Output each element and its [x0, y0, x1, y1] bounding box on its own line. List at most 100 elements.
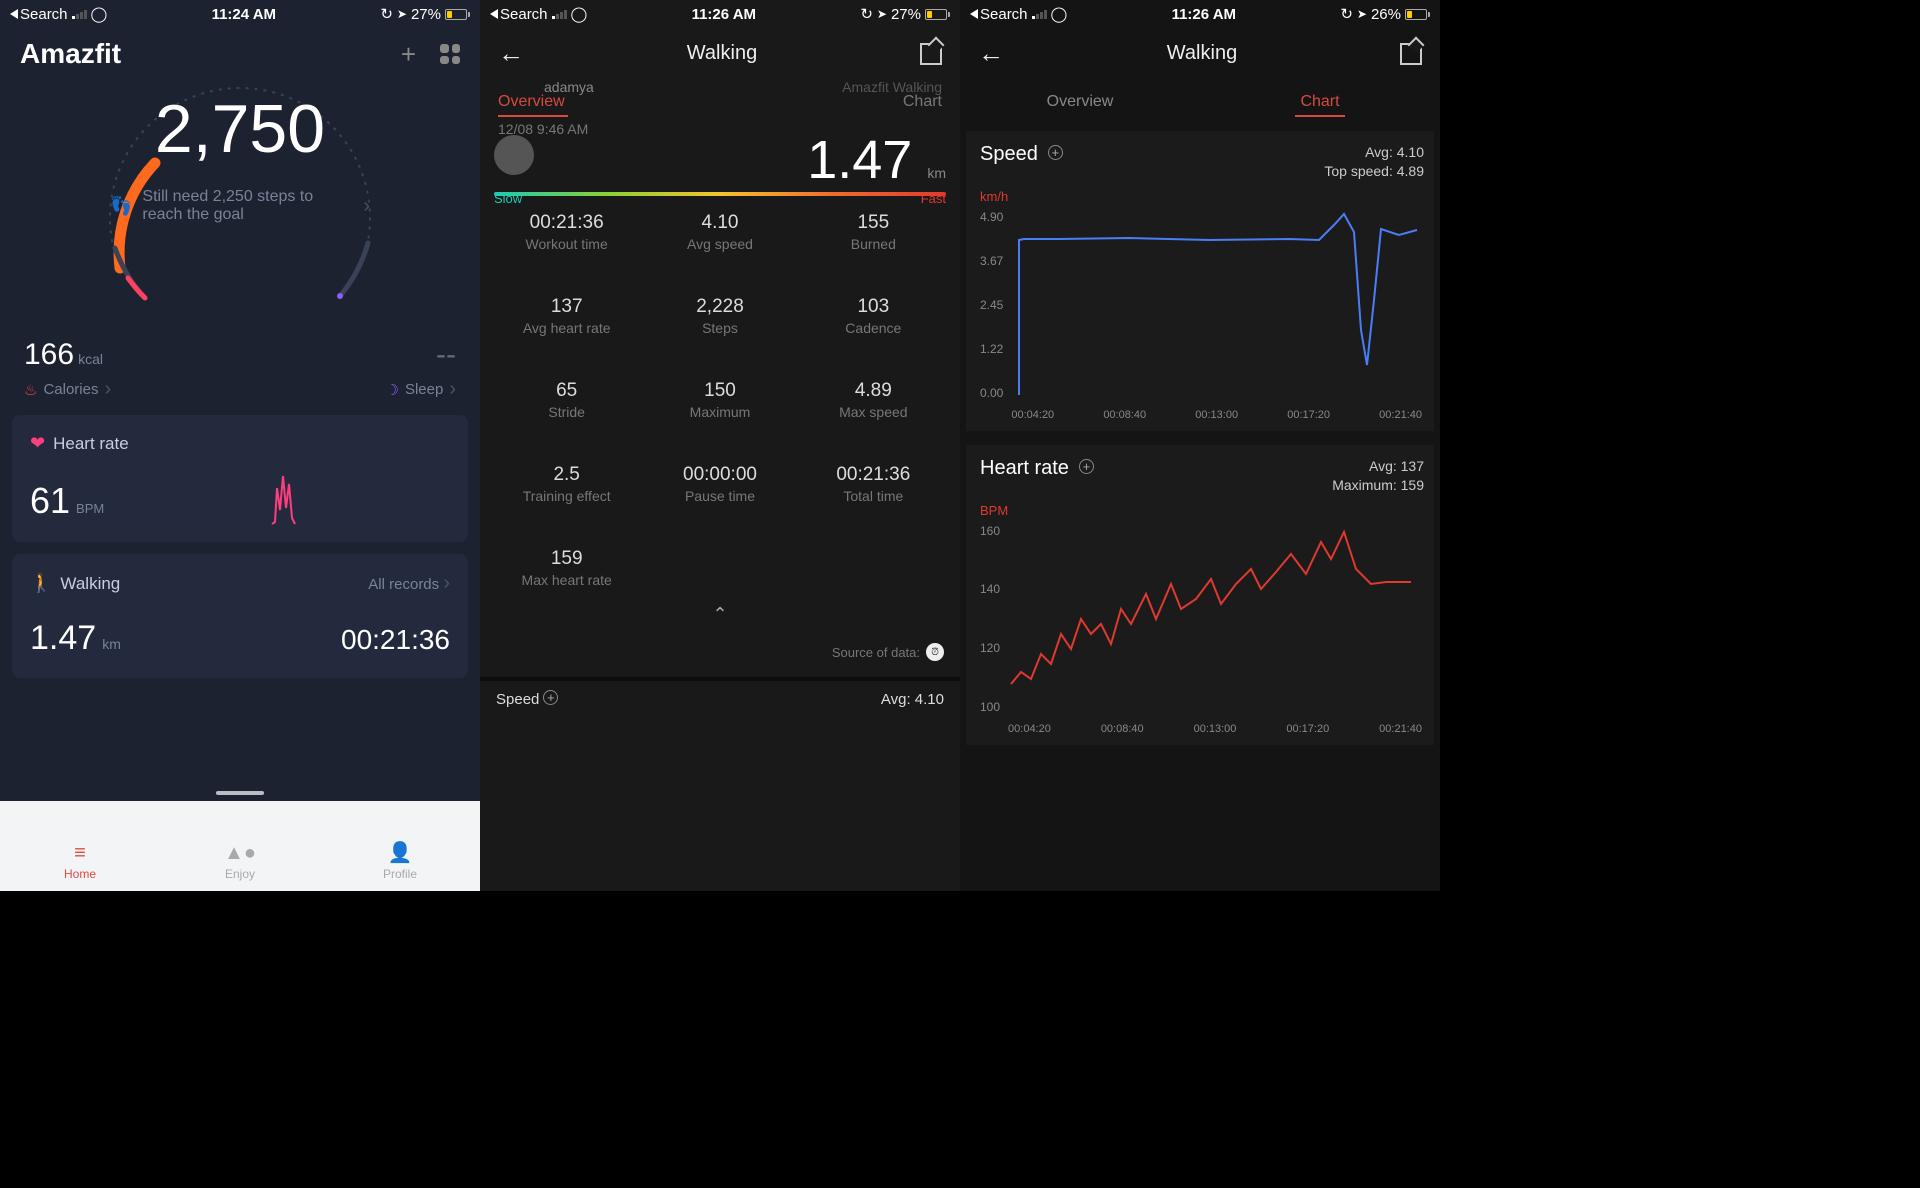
- status-back-to-search[interactable]: Search: [490, 6, 548, 23]
- stat-cell: 137Avg heart rate: [490, 296, 643, 336]
- heart-rate-card[interactable]: ❤Heart rate 61BPM: [12, 415, 468, 542]
- calories-value: 166: [24, 338, 74, 372]
- stat-cell: 2,228Steps: [643, 296, 796, 336]
- person-icon: 👤: [388, 840, 413, 865]
- status-back-to-search[interactable]: Search: [10, 6, 68, 23]
- battery-percent: 27%: [411, 6, 441, 23]
- magnify-icon: +: [1079, 459, 1094, 474]
- heart-rate-value: 61: [30, 480, 70, 522]
- heart-icon: ❤: [30, 433, 45, 454]
- location-icon: ➤: [877, 7, 887, 21]
- tab-overview[interactable]: Overview: [498, 93, 568, 117]
- steps-goal-text: Still need 2,250 steps to reach the goal: [142, 188, 353, 224]
- location-icon: ➤: [1357, 7, 1367, 21]
- battery-icon: [445, 9, 470, 20]
- status-bar: Search◯ 11:26 AM ↻➤26%: [960, 0, 1440, 24]
- tab-chart[interactable]: Chart: [903, 93, 942, 117]
- watch-icon: ⏰︎: [926, 643, 944, 661]
- steps-ring[interactable]: 2,750 👣 Still need 2,250 steps to reach …: [0, 78, 480, 338]
- speed-chart-card: Speed+ Avg: 4.10Top speed: 4.89 km/h 4.9…: [966, 131, 1434, 431]
- chevron-right-icon: ›: [449, 378, 456, 401]
- status-time: 11:26 AM: [1172, 6, 1236, 23]
- shapes-icon: ▲●: [224, 842, 256, 865]
- rotation-lock-icon: ↻: [860, 5, 873, 23]
- all-records-link[interactable]: All records ›: [368, 572, 450, 595]
- stat-cell: 155Burned: [797, 212, 950, 252]
- brand-title: Amazfit: [20, 38, 121, 70]
- footprints-icon: 👣: [110, 196, 132, 217]
- stat-cell: 00:00:00Pause time: [643, 464, 796, 504]
- hr-line-chart[interactable]: [1006, 524, 1416, 714]
- nav-enjoy[interactable]: ▲●Enjoy: [160, 801, 320, 891]
- mini-stats-row: 166kcal ♨Calories› -- ☽Sleep›: [0, 338, 480, 415]
- screen-home: Search ◯︎ 11:24 AM ↻ ➤ 27% Amazfit + 2,7…: [0, 0, 480, 891]
- speed-line-chart[interactable]: [1009, 210, 1419, 400]
- stat-cell: 00:21:36Workout time: [490, 212, 643, 252]
- stat-cell: 103Cadence: [797, 296, 950, 336]
- speed-chart-unit: km/h: [980, 189, 1424, 204]
- speed-gradient-bar: [494, 192, 946, 196]
- walking-card[interactable]: 🚶 Walking All records › 1.47 km 00:21:36: [12, 554, 468, 678]
- hr-chart-unit: BPM: [980, 503, 1424, 518]
- signal-icon: [72, 9, 87, 19]
- share-button[interactable]: [920, 43, 942, 65]
- screen-walking-overview: Search◯ 11:26 AM ↻➤27% ← Walking adamyaA…: [480, 0, 960, 891]
- distance-value: 1.47 km: [480, 129, 960, 191]
- steps-goal-row[interactable]: 👣 Still need 2,250 steps to reach the go…: [110, 188, 370, 224]
- tab-chart[interactable]: Chart: [1200, 93, 1440, 111]
- page-title: Walking: [687, 42, 757, 65]
- rotation-lock-icon: ↻: [380, 5, 393, 23]
- share-button[interactable]: [1400, 43, 1422, 65]
- magnify-icon: +: [543, 690, 558, 705]
- status-bar: Search◯ 11:26 AM ↻➤27%: [480, 0, 960, 24]
- location-icon: ➤: [397, 7, 407, 21]
- wifi-icon: ◯: [1051, 5, 1068, 23]
- stat-cell: 4.89Max speed: [797, 380, 950, 420]
- sleep-tile[interactable]: -- ☽Sleep›: [386, 338, 457, 401]
- heart-rate-sparkline: [267, 470, 307, 526]
- stat-cell: 65Stride: [490, 380, 643, 420]
- collapse-stats-button[interactable]: ⌃: [480, 598, 960, 637]
- battery-icon: [925, 9, 950, 20]
- flame-icon: ♨: [24, 381, 37, 399]
- speed-section-header[interactable]: Speed+ Avg: 4.10: [480, 677, 960, 718]
- apps-grid-button[interactable]: [440, 44, 460, 64]
- status-time: 11:24 AM: [212, 6, 276, 23]
- nav-profile[interactable]: 👤Profile: [320, 801, 480, 891]
- status-time: 11:26 AM: [692, 6, 756, 23]
- chevron-right-icon: ›: [363, 195, 370, 218]
- bottom-nav: ≡Home ▲●Enjoy 👤Profile: [0, 801, 480, 891]
- stat-cell: 00:21:36Total time: [797, 464, 950, 504]
- speed-chart-title[interactable]: Speed+: [980, 143, 1063, 166]
- stat-cell: 4.10Avg speed: [643, 212, 796, 252]
- chevron-right-icon: ›: [104, 378, 111, 401]
- walking-duration: 00:21:36: [341, 624, 450, 656]
- signal-icon: [552, 9, 567, 19]
- moon-icon: ☽: [386, 381, 399, 399]
- heart-rate-chart-card: Heart rate+ Avg: 137Maximum: 159 BPM 160…: [966, 445, 1434, 745]
- rotation-lock-icon: ↻: [1340, 5, 1353, 23]
- nav-home[interactable]: ≡Home: [0, 801, 160, 891]
- screen-walking-chart: Search◯ 11:26 AM ↻➤26% ← Walking Overvie…: [960, 0, 1440, 891]
- header: ← Walking: [960, 24, 1440, 79]
- calories-tile[interactable]: 166kcal ♨Calories›: [24, 338, 111, 401]
- back-button[interactable]: ←: [498, 38, 524, 69]
- user-avatar[interactable]: [494, 135, 534, 175]
- stat-cell: 2.5Training effect: [490, 464, 643, 504]
- status-back-to-search[interactable]: Search: [970, 6, 1028, 23]
- stats-grid: 00:21:36Workout time4.10Avg speed155Burn…: [480, 198, 960, 598]
- tab-overview[interactable]: Overview: [960, 93, 1200, 111]
- home-icon: ≡: [74, 842, 86, 865]
- sleep-value: --: [436, 338, 456, 372]
- header: ← Walking: [480, 24, 960, 79]
- stat-cell: 150Maximum: [643, 380, 796, 420]
- battery-icon: [1405, 9, 1430, 20]
- hr-chart-title[interactable]: Heart rate+: [980, 457, 1094, 480]
- back-button[interactable]: ←: [978, 38, 1004, 69]
- magnify-icon: +: [1048, 145, 1063, 160]
- stat-cell: 159Max heart rate: [490, 548, 643, 588]
- drawer-handle[interactable]: [216, 791, 264, 795]
- add-button[interactable]: +: [401, 39, 416, 70]
- status-bar: Search ◯︎ 11:24 AM ↻ ➤ 27%: [0, 0, 480, 24]
- wifi-icon: ◯︎: [91, 5, 108, 23]
